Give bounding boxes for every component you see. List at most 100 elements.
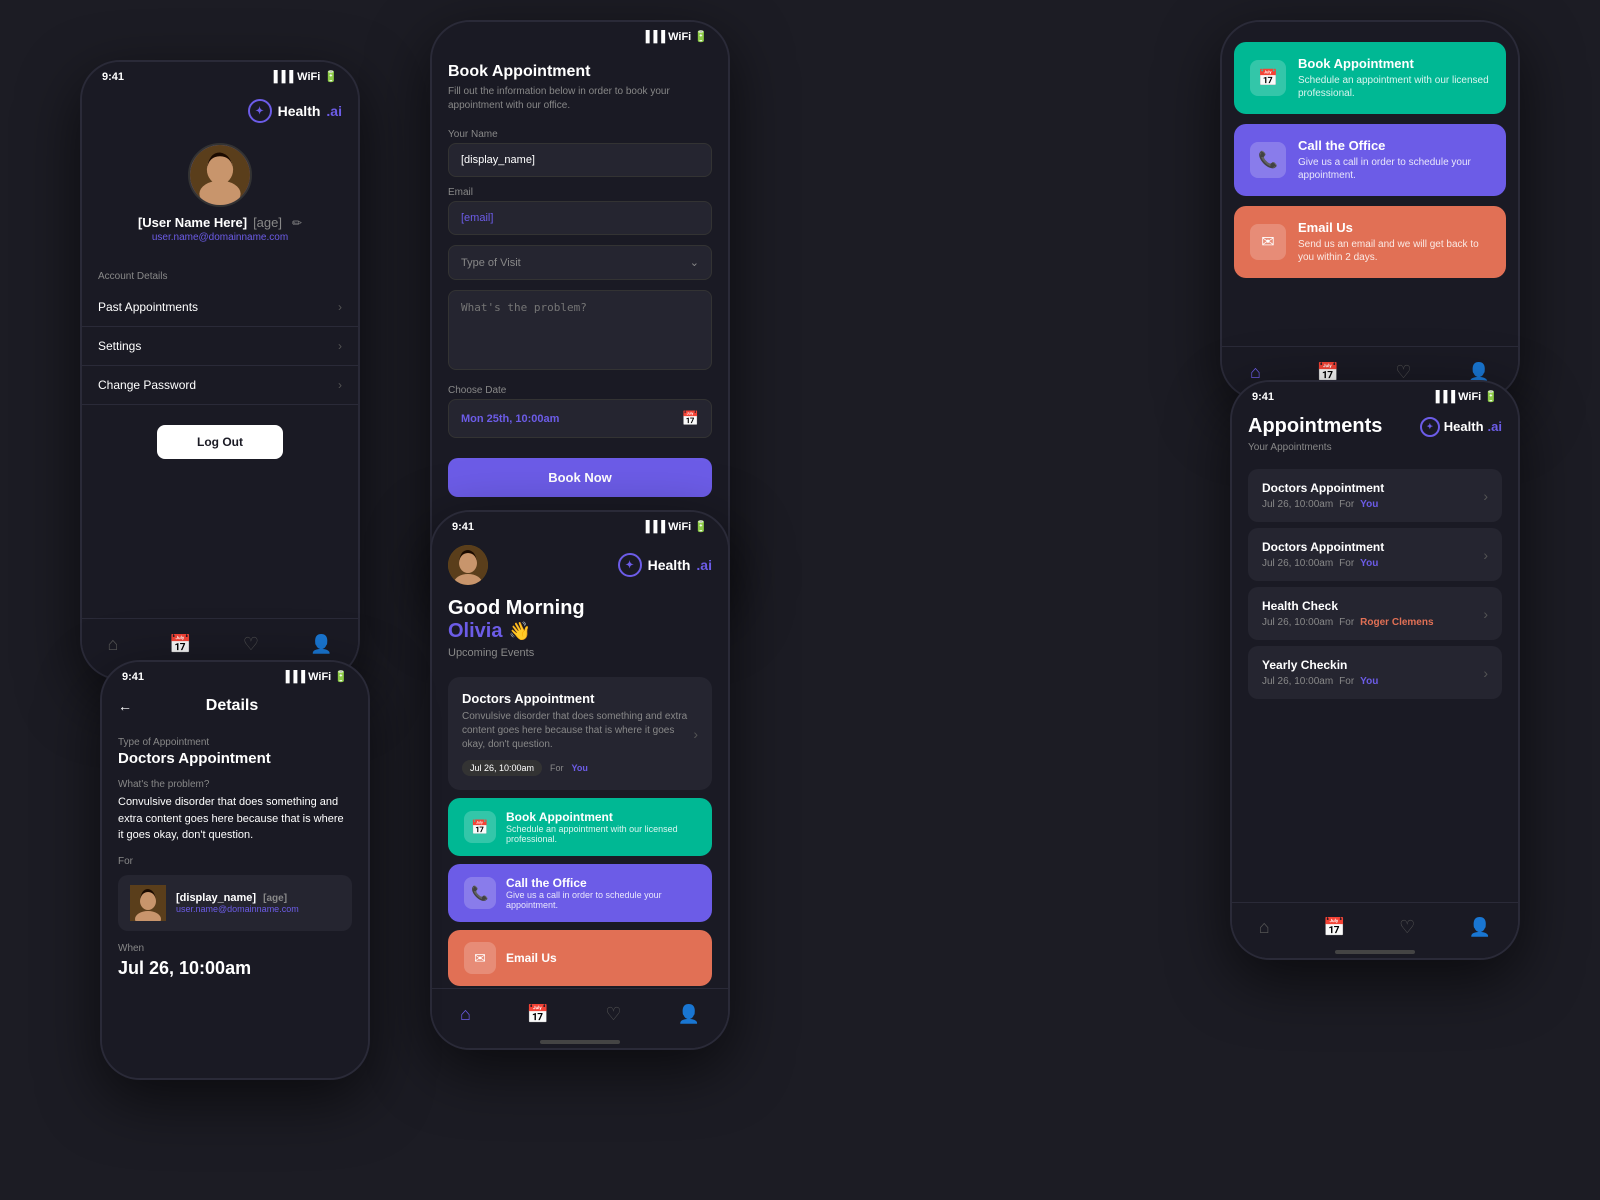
nav-calendar-appts[interactable]: 📅 [1323,917,1345,938]
list-arrow-3: › [1483,665,1488,681]
back-icon[interactable]: ← [118,698,132,714]
call-office-title: Call the Office [1298,138,1490,153]
appt-list-name-0: You [1360,499,1378,510]
account-label: Account Details [98,271,342,282]
menu-item-change-password[interactable]: Change Password › [82,366,358,405]
appt-arrow-icon: › [693,726,698,742]
menu-item-past-appointments[interactable]: Past Appointments › [82,288,358,327]
book-now-button[interactable]: Book Now [448,458,712,497]
user-name-row: [User Name Here] [age] ✏ [138,215,302,230]
type-select[interactable]: Type of Visit ⌄ [448,245,712,280]
appt-list-item-1[interactable]: Doctors Appointment Jul 26, 10:00am For … [1248,528,1502,581]
nav-calendar-profile[interactable]: 📅 [169,634,191,655]
details-problem-text: Convulsive disorder that does something … [118,794,352,844]
appt-list-date-2: Jul 26, 10:00am [1262,617,1333,628]
avatar [188,143,252,207]
date-value: Mon 25th, 10:00am [461,413,559,425]
appt-list-date-0: Jul 26, 10:00am [1262,499,1333,510]
health-appt-title: Doctors Appointment [462,691,693,706]
nav-heart-health[interactable]: ♡ [605,1004,621,1025]
appts-logo-dot: .ai [1488,419,1502,434]
health-call-title: Call the Office [506,876,696,890]
health-book-card[interactable]: 📅 Book Appointment Schedule an appointme… [448,798,712,856]
bottom-nav-health: ⌂ 📅 ♡ 👤 [432,988,728,1048]
email-us-desc: Send us an email and we will get back to… [1298,238,1490,264]
nav-user-health[interactable]: 👤 [678,1004,700,1025]
menu-item-settings[interactable]: Settings › [82,327,358,366]
date-picker[interactable]: Mon 25th, 10:00am 📅 [448,399,712,438]
profile-logo: ✦ Health.ai [248,99,342,123]
appt-list-meta-0: Jul 26, 10:00am For You [1262,499,1384,510]
logo-icon: ✦ [248,99,272,123]
email-input[interactable]: [email] [448,201,712,235]
nav-user-appts[interactable]: 👤 [1469,917,1491,938]
call-office-card[interactable]: 📞 Call the Office Give us a call in orde… [1234,124,1506,196]
name-label: Your Name [448,129,712,140]
time-profile: 9:41 [102,71,124,83]
nav-home-appts[interactable]: ⌂ [1259,917,1270,938]
health-appt-for-label: For [550,763,564,773]
health-logo-icon: ✦ [618,553,642,577]
name-input[interactable]: [display_name] [448,143,712,177]
problem-textarea[interactable] [448,290,712,370]
status-icons-book: ▐▐▐ WiFi 🔋 [642,30,708,43]
list-arrow-1: › [1483,547,1488,563]
menu-item-past-appointments-label: Past Appointments [98,300,198,314]
status-icons-details: ▐▐▐ WiFi 🔋 [282,670,348,683]
appt-list-info-0: Doctors Appointment Jul 26, 10:00am For … [1262,481,1384,510]
appt-list-meta-2: Jul 26, 10:00am For Roger Clemens [1262,617,1434,628]
nav-user-profile[interactable]: 👤 [310,634,332,655]
appt-list-item-3[interactable]: Yearly Checkin Jul 26, 10:00am For You › [1248,646,1502,699]
nav-home-health[interactable]: ⌂ [460,1004,471,1025]
health-avatar [448,545,488,585]
appt-list-title-1: Doctors Appointment [1262,540,1384,554]
appt-list-title-2: Health Check [1262,599,1434,613]
menu-item-change-password-label: Change Password [98,378,196,392]
health-header: ✦ Health.ai [432,537,728,597]
health-logo-name: Health [648,557,691,573]
home-indicator-appts [1335,950,1415,954]
email-us-card[interactable]: ✉ Email Us Send us an email and we will … [1234,206,1506,278]
email-icon: ✉ [1250,224,1286,260]
details-header: ← Details [102,687,368,725]
for-name: [display_name] [age] [176,892,299,904]
status-bar-details: 9:41 ▐▐▐ WiFi 🔋 [102,662,368,687]
call-office-desc: Give us a call in order to schedule your… [1298,156,1490,182]
user-name: [User Name Here] [138,215,247,230]
appt-list-meta-3: Jul 26, 10:00am For You [1262,676,1378,687]
phone-appointments: 9:41 ▐▐▐ WiFi 🔋 Appointments ✦ Health.ai… [1230,380,1520,960]
details-appt-name: Doctors Appointment [118,750,352,767]
edit-icon[interactable]: ✏ [292,216,302,230]
appt-list-item-0[interactable]: Doctors Appointment Jul 26, 10:00am For … [1248,469,1502,522]
email-us-title: Email Us [1298,220,1490,235]
book-appointment-card[interactable]: 📅 Book Appointment Schedule an appointme… [1234,42,1506,114]
logo-dot: .ai [326,103,342,119]
health-appt-meta: Jul 26, 10:00am For You [462,760,693,776]
appt-list-title-3: Yearly Checkin [1262,658,1378,672]
phone-profile: 9:41 ▐▐▐ WiFi 🔋 ✦ Health.ai [80,60,360,680]
avatar-section: [User Name Here] [age] ✏ user.name@domai… [82,135,358,259]
greeting-name: Olivia [448,620,502,643]
book-subtitle: Fill out the information below in order … [448,85,712,113]
phone-icon: 📞 [1250,142,1286,178]
canvas: 9:41 ▐▐▐ WiFi 🔋 ✦ Health.ai [0,0,1600,1200]
logout-button[interactable]: Log Out [157,425,283,459]
appt-list-date-1: Jul 26, 10:00am [1262,558,1333,569]
nav-heart-appts[interactable]: ♡ [1399,917,1415,938]
appt-list-item-2[interactable]: Health Check Jul 26, 10:00am For Roger C… [1248,587,1502,640]
health-call-card[interactable]: 📞 Call the Office Give us a call in orde… [448,864,712,922]
health-call-text: Call the Office Give us a call in order … [506,876,696,910]
health-email-card[interactable]: ✉ Email Us [448,930,712,986]
nav-calendar-health[interactable]: 📅 [527,1004,549,1025]
nav-home-profile[interactable]: ⌂ [108,634,119,655]
nav-heart-profile[interactable]: ♡ [243,634,259,655]
appt-list-info-2: Health Check Jul 26, 10:00am For Roger C… [1262,599,1434,628]
type-group: Type of Visit ⌄ [448,245,712,280]
nav-home-options[interactable]: ⌂ [1250,362,1261,383]
for-avatar [130,885,166,921]
menu-arrow-past: › [338,300,342,314]
appt-list-name-1: You [1360,558,1378,569]
health-appt-card[interactable]: Doctors Appointment Convulsive disorder … [448,677,712,790]
your-appts-label: Your Appointments [1232,442,1518,463]
email-label: Email [448,187,712,198]
